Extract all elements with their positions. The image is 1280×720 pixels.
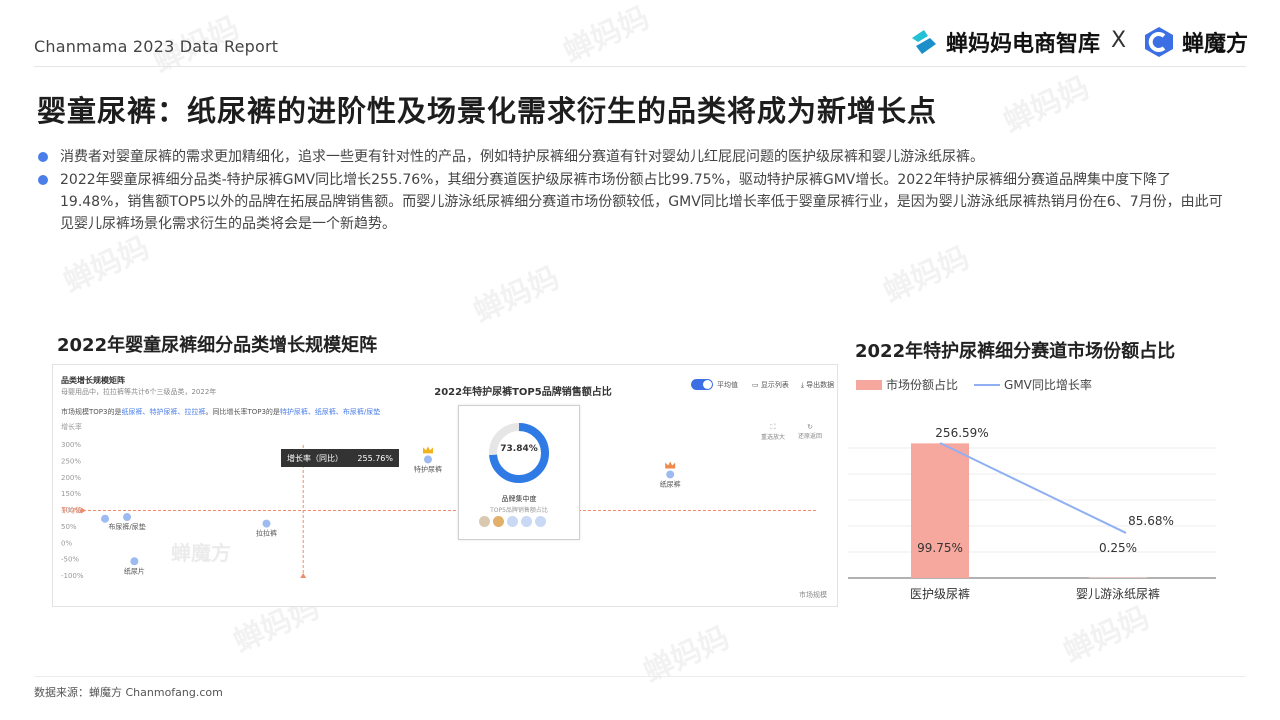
average-marker-icon (81, 507, 86, 514)
share-legend: 市场份额占比 GMV同比增长率 (856, 376, 1092, 393)
chanmama-logo-icon (912, 30, 936, 54)
matrix-point-label: 特护尿裤 (414, 464, 442, 473)
line-data-label: 256.59% (935, 426, 988, 440)
matrix-watermark: 蝉魔方 (171, 541, 231, 565)
share-chart: 99.75% 医护级尿裤 0.25% 婴儿游泳纸尿裤 256.59% 85.68% (848, 426, 1216, 601)
matrix-panel: 品类增长规模矩阵 母婴用品中，拉拉裤等共计6个三级品类，2022年 市场规模TO… (52, 364, 838, 607)
y-axis-title: 增长率 (61, 422, 82, 431)
bar-data-label: 99.75% (917, 541, 963, 555)
legend-line-label: GMV同比增长率 (1004, 378, 1092, 392)
brand-chanmama-name: 蝉妈妈电商智库 (946, 32, 1101, 57)
header-divider (34, 66, 1246, 67)
watermark: 蝉妈妈 (878, 240, 975, 311)
matrix-point (262, 519, 271, 528)
matrix-point-label: 纸尿片 (124, 566, 145, 575)
legend-line-swatch (974, 383, 1001, 386)
bullet-text: 2022年婴童尿裤细分品类-特护尿裤GMV同比增长255.76%，其细分赛道医护… (60, 172, 1223, 232)
y-tick-label: 300% (61, 441, 81, 449)
matrix-point (123, 513, 132, 522)
chanmofang-logo-icon (1145, 27, 1173, 57)
footer-divider (34, 676, 1246, 677)
matrix-point-label: 布尿裤/尿垫 (108, 522, 145, 531)
legend-bar-label: 市场份额占比 (886, 378, 959, 392)
line-data-label: 85.68% (1128, 514, 1174, 528)
bullet-text: 消费者对婴童尿裤的需求更加精细化，追求一些更有针对性的产品，例如特护尿裤细分赛道… (60, 149, 984, 165)
tooltip-label: 增长率（同比） (287, 453, 343, 463)
brand-separator: X (1111, 28, 1127, 53)
average-label: 平均值 (61, 506, 82, 515)
bullet-list: 消费者对婴童尿裤的需求更加精细化，追求一些更有针对性的产品，例如特护尿裤细分赛道… (36, 146, 1226, 236)
bullet-dot-icon (38, 152, 48, 162)
watermark: 蝉妈妈 (638, 620, 735, 691)
bullet-item: 2022年婴童尿裤细分品类-特护尿裤GMV同比增长255.76%，其细分赛道医护… (36, 169, 1226, 235)
y-tick-label: -100% (61, 572, 84, 580)
legend-bar-swatch (856, 379, 882, 390)
matrix-point (130, 557, 139, 566)
crown-icon (665, 461, 676, 469)
category-label: 婴儿游泳纸尿裤 (1076, 587, 1160, 601)
growth-tooltip: 增长率（同比） 255.76% (281, 449, 399, 467)
matrix-point-label: 拉拉裤 (256, 529, 277, 538)
brand-logo-icon (493, 516, 504, 527)
category-label: 医护级尿裤 (910, 587, 970, 601)
chanmama-brand: 蝉妈妈电商智库 (908, 24, 1100, 60)
brand-logo-icon (521, 516, 532, 527)
brand-logo-icon (479, 516, 490, 527)
watermark: 蝉妈妈 (558, 0, 655, 71)
y-tick-label: 250% (61, 457, 81, 465)
matrix-section-title: 2022年婴童尿裤细分品类增长规模矩阵 (57, 335, 378, 356)
y-tick-label: -50% (61, 556, 79, 564)
popup-caption: 品牌集中度 (501, 495, 537, 503)
brand-logo-row (479, 516, 546, 527)
matrix-point (423, 455, 432, 464)
watermark: 蝉妈妈 (998, 70, 1095, 141)
brand-logo-icon (507, 516, 518, 527)
share-bar (911, 443, 969, 578)
growth-matrix-plot: 增长率300%250%200%150%100%50%0%-50%-100%平均值… (61, 422, 817, 580)
y-tick-label: 50% (61, 523, 77, 531)
concentration-popup: 73.84% 品牌集中度 TOP5品牌销售额占比 (458, 405, 580, 540)
bullet-dot-icon (38, 175, 48, 185)
bar-data-label: 0.25% (1099, 541, 1137, 555)
crown-icon (422, 446, 433, 454)
y-tick-label: 150% (61, 490, 81, 498)
share-section-title: 2022年特护尿裤细分赛道市场份额占比 (855, 341, 1176, 362)
popup-title: 2022年特护尿裤TOP5品牌销售额占比 (434, 387, 612, 398)
popup-subcaption: TOP5品牌销售额占比 (490, 507, 548, 514)
brand-chanmofang-name: 蝉魔方 (1182, 32, 1249, 57)
matrix-point-label: 纸尿裤 (660, 479, 681, 488)
chanmofang-brand: 蝉魔方 (1142, 24, 1248, 60)
brand-logo-icon (535, 516, 546, 527)
page-title: 婴童尿裤：纸尿裤的进阶性及场景化需求衍生的品类将成为新增长点 (37, 94, 938, 128)
report-title: Chanmama 2023 Data Report (34, 37, 279, 56)
data-source: 数据来源：蝉魔方 Chanmofang.com (34, 686, 223, 699)
watermark: 蝉妈妈 (468, 260, 565, 331)
donut-percent: 73.84% (500, 444, 538, 454)
x-axis-label: 市场规模 (799, 591, 827, 599)
matrix-point (101, 514, 110, 523)
bullet-item: 消费者对婴童尿裤的需求更加精细化，追求一些更有针对性的产品，例如特护尿裤细分赛道… (36, 146, 1226, 168)
matrix-point (666, 470, 675, 479)
average-size-marker-icon (300, 573, 307, 578)
y-tick-label: 200% (61, 474, 81, 482)
tooltip-value: 255.76% (357, 453, 393, 463)
y-tick-label: 0% (61, 539, 72, 547)
